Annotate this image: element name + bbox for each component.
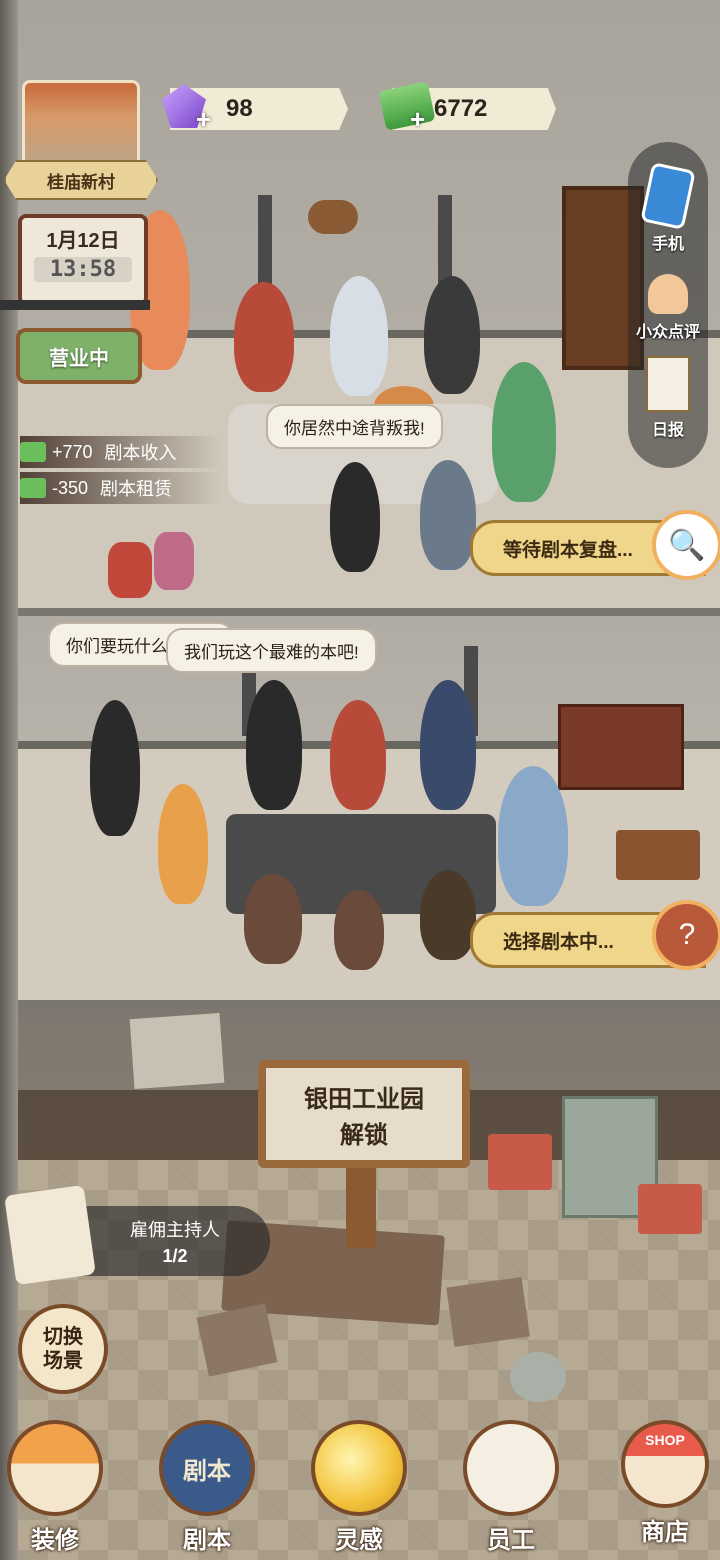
phone-label: 手机 [651,236,684,253]
nav-label: 剧本 [183,1527,231,1554]
character-man-sunglasses[interactable] [330,276,388,396]
thumbs-up-icon [648,274,688,314]
character-little-girl[interactable] [158,784,208,904]
ledger-label: 剧本收入 [104,443,177,463]
sign-post [346,1168,376,1248]
speech-text: 你们要玩什么 [66,637,168,656]
cash-count: 6772 [434,95,488,122]
question-book-icon: ? [678,918,696,951]
house-icon [7,1420,103,1516]
clipboard-icon [646,356,690,412]
flower-pot [154,532,194,590]
unlock-label: 解锁 [340,1122,388,1149]
reviews-button[interactable]: 小众点评 [628,274,708,342]
cash-icon [20,478,46,498]
shop-sign-text: SHOP [645,1432,685,1448]
character-woman-black-hair[interactable] [246,680,302,810]
nav-shop[interactable]: SHOP 商店 [610,1420,720,1550]
character-back[interactable] [334,890,384,970]
sign-bracket [0,300,150,310]
speech-bubble: 我们玩这个最难的本吧! [166,628,377,673]
reviews-label: 小众点评 [635,324,700,341]
cloud-decoration [308,200,358,234]
shop-icon: SHOP [621,1420,709,1508]
character-woman-red[interactable] [234,282,294,392]
calendar-date: 1月12日 [46,230,120,252]
nav-label: 商店 [641,1519,689,1546]
gem-count: 98 [226,95,253,122]
speech-text: 你居然中途背叛我! [284,419,425,438]
character-back[interactable] [244,874,302,964]
nav-scripts[interactable]: 剧本 剧本 [152,1420,262,1554]
unlock-sign[interactable]: 银田工业园 解锁 [258,1060,470,1168]
lightbulb-icon [311,1420,407,1516]
speech-bubble: 你居然中途背叛我! [266,404,443,449]
script-book-icon: 剧本 [159,1420,255,1516]
character-back-man[interactable] [420,460,476,570]
switch-scene-button[interactable]: 切换 场景 [18,1304,108,1394]
window [258,195,272,295]
daily-label: 日报 [651,422,684,439]
phone-icon [640,162,696,230]
calendar-clock: 1月12日 13:58 [18,214,148,306]
location-name: 桂庙新村 [47,172,115,192]
business-status-button[interactable]: 营业中 [16,328,142,384]
character-back[interactable] [420,870,476,960]
daily-report-button[interactable]: 日报 [628,356,708,440]
character-man-glasses[interactable] [492,362,556,502]
speech-text: 我们玩这个最难的本吧! [184,643,359,662]
cabinet [558,704,684,790]
trash-bin [510,1352,566,1402]
ledger-expense: -350 剧本租赁 [20,472,220,504]
floor-divider [18,608,720,616]
character-woman-red[interactable] [330,700,386,810]
side-table [616,830,700,880]
unlock-area-name: 银田工业园 [304,1086,424,1113]
magnifier-button[interactable]: 🔍 [652,510,720,580]
crate [638,1184,702,1234]
room1-status-text: 等待剧本复盘... [503,539,633,561]
character-girl-uniform[interactable] [90,700,140,836]
character-man-mustache[interactable] [498,766,568,906]
crate [488,1134,552,1190]
staff-badge-icon [463,1420,559,1516]
nav-label: 灵感 [335,1527,383,1554]
phone-button[interactable]: 手机 [628,162,708,254]
ledger-amount: +770 [52,441,93,462]
contract-scroll-icon [4,1184,96,1286]
room2-status-text: 选择剧本中... [503,931,614,953]
village-thumbnail[interactable] [22,80,140,172]
clock-time: 13:58 [34,257,132,282]
switch-scene-line2: 场景 [43,1350,83,1372]
cash-icon [20,442,46,462]
business-status: 营业中 [49,347,109,370]
add-gems-icon[interactable]: + [196,104,211,135]
character-back-woman[interactable] [330,462,380,572]
nav-label: 装修 [31,1527,79,1554]
torn-poster [129,1012,225,1090]
nav-inspiration[interactable]: 灵感 [304,1420,414,1554]
character-man-jacket[interactable] [420,680,476,810]
script-book-button[interactable]: ? [652,900,720,970]
nav-staff[interactable]: 员工 [456,1420,566,1554]
nav-decorate[interactable]: 装修 [0,1420,110,1554]
ledger-income: +770 剧本收入 [20,436,220,468]
add-cash-icon[interactable]: + [410,104,425,135]
book-cover-text: 剧本 [183,1457,231,1485]
switch-scene-line1: 切换 [43,1326,83,1348]
flower-pot [108,542,152,598]
nav-label: 员工 [487,1527,535,1554]
ledger-amount: -350 [52,477,89,498]
ledger-label: 剧本租赁 [100,479,173,499]
character-masked-purple-hair[interactable] [424,276,480,394]
left-wall [0,0,18,1560]
floor-divider [18,1000,720,1010]
debris-box [446,1277,530,1347]
magnifier-icon: 🔍 [668,528,706,562]
location-ribbon[interactable]: 桂庙新村 [4,160,158,200]
